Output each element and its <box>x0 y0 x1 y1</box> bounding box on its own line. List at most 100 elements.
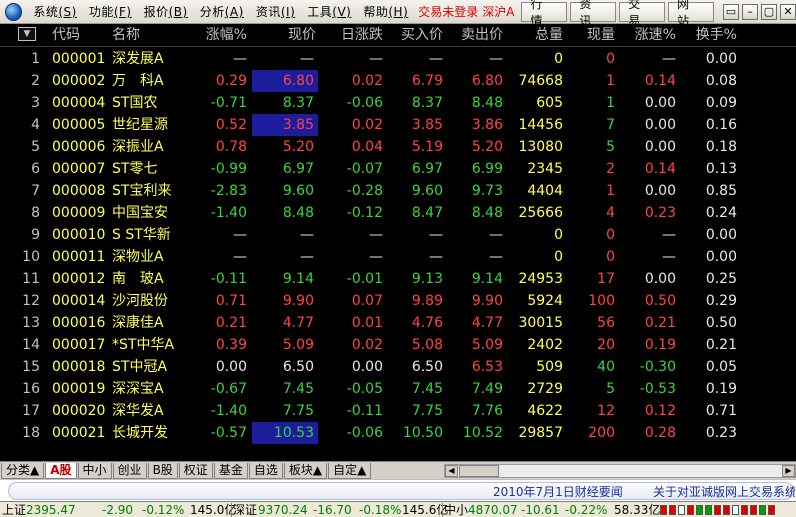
header-bid[interactable]: 买入价 <box>401 24 443 46</box>
bid-price: — <box>429 227 443 243</box>
news-item[interactable]: 关于对亚诚版网上交易系统 <box>653 483 795 501</box>
horizontal-scrollbar[interactable]: ◀ ▶ <box>444 464 796 478</box>
table-row[interactable]: 14 000017 *ST中华A 0.39 5.09 0.02 5.08 5.09 2402 20… <box>0 334 796 356</box>
market-selector[interactable]: 深沪A <box>482 3 518 20</box>
ask-price: — <box>489 249 503 265</box>
table-row[interactable]: 18 000021 长城开发 -0.57 10.53 -0.06 10.50 10.52 298… <box>0 422 796 444</box>
table-row[interactable]: 15 000018 ST中冠A 0.00 6.50 0.00 6.50 6.53 509 40 -0… <box>0 356 796 378</box>
current-volume: 0 <box>606 51 615 67</box>
stock-code: 000011 <box>52 249 106 265</box>
header-code[interactable]: 代码 <box>52 24 80 46</box>
menu-item[interactable]: 系统(S) <box>27 3 83 20</box>
bid-price: 7.45 <box>411 381 443 397</box>
restore-layout-icon[interactable]: ▭ <box>723 3 739 20</box>
nav-button[interactable]: 交易 <box>619 0 666 28</box>
header-ask[interactable]: 卖出价 <box>461 24 503 46</box>
minimize-icon[interactable]: – <box>742 3 758 20</box>
current-volume: 5 <box>606 139 615 155</box>
change-pct: 0.39 <box>215 337 247 353</box>
table-row[interactable]: 2 000002 万 科A 0.29 6.80 0.02 6.79 6.80 74668 1 0.1… <box>0 70 796 92</box>
table-row[interactable]: 10 000011 深物业A — — — — — 0 0 — 0.00 <box>0 246 796 268</box>
menu-item[interactable]: 报价(B) <box>138 3 194 20</box>
nav-button[interactable]: 行情 <box>521 0 568 28</box>
scroll-right-icon[interactable]: ▶ <box>782 465 795 477</box>
total-volume: 0 <box>554 227 563 243</box>
close-icon[interactable]: ✕ <box>780 3 796 20</box>
header-day-change[interactable]: 日涨跌 <box>341 24 383 46</box>
header-turnover[interactable]: 换手% <box>696 24 737 46</box>
header-speed[interactable]: 涨速% <box>635 24 676 46</box>
menu-item[interactable]: 分析(A) <box>194 3 250 20</box>
menu-item[interactable]: 资讯(I) <box>250 3 301 20</box>
table-row[interactable]: 16 000019 深深宝A -0.67 7.45 -0.05 7.45 7.49 2729 5 -… <box>0 378 796 400</box>
table-row[interactable]: 12 000014 沙河股份 0.71 9.90 0.07 9.89 9.90 5924 100 0… <box>0 290 796 312</box>
current-price: 8.37 <box>282 95 314 111</box>
category-tab[interactable]: 权证 <box>178 462 213 479</box>
table-row[interactable]: 5 000006 深振业A 0.78 5.20 0.04 5.19 5.20 13080 5 0.0… <box>0 136 796 158</box>
sh-index-label[interactable]: 上证 <box>2 502 26 517</box>
total-volume: 5924 <box>527 293 563 309</box>
category-tab[interactable]: 中小 <box>77 462 112 479</box>
zx-index-label[interactable]: 中小 <box>444 502 468 517</box>
table-row[interactable]: 13 000016 深康佳A 0.21 4.77 0.01 4.76 4.77 30015 56 0… <box>0 312 796 334</box>
nav-button[interactable]: 资讯 <box>570 0 617 28</box>
ask-price: 4.77 <box>471 315 503 331</box>
category-tab[interactable]: A股 <box>45 462 77 479</box>
trade-status[interactable]: 交易未登录 <box>414 3 482 20</box>
app-logo-icon[interactable] <box>5 2 23 21</box>
current-volume: 20 <box>597 337 615 353</box>
header-volume[interactable]: 总量 <box>535 24 563 46</box>
turnover-rate: 0.50 <box>705 315 737 331</box>
news-item[interactable]: 2010年7月1日财经要闻 <box>493 483 623 501</box>
scroll-left-icon[interactable]: ◀ <box>445 465 458 477</box>
row-index: 7 <box>31 183 40 199</box>
category-tab[interactable]: 分类▲ <box>1 462 45 479</box>
stock-name: 深华发A <box>112 403 164 419</box>
menu-item[interactable]: 工具(V) <box>301 3 357 20</box>
menu-item[interactable]: 功能(F) <box>83 3 138 20</box>
table-row[interactable]: 17 000020 深华发A -1.40 7.75 -0.11 7.75 7.76 4622 12… <box>0 400 796 422</box>
table-row[interactable]: 8 000009 中国宝安 -1.40 8.48 -0.12 8.47 8.48 25666 4 0… <box>0 202 796 224</box>
table-row[interactable]: 3 000004 ST国农 -0.71 8.37 -0.06 8.37 8.48 605 1 0.0… <box>0 92 796 114</box>
category-tab[interactable]: B股 <box>147 462 178 479</box>
breadth-block <box>696 505 703 515</box>
category-tab[interactable]: 自选 <box>248 462 283 479</box>
stock-code: 000002 <box>52 73 106 89</box>
maximize-icon[interactable]: ▢ <box>761 3 777 20</box>
total-volume: 14456 <box>518 117 563 133</box>
nav-button[interactable]: 网站 <box>668 0 714 28</box>
turnover-rate: 0.18 <box>705 139 737 155</box>
header-name[interactable]: 名称 <box>112 24 140 46</box>
menu-item[interactable]: 帮助(H) <box>357 3 414 20</box>
day-change: 0.01 <box>351 315 383 331</box>
current-price: 9.60 <box>282 183 314 199</box>
stock-code: 000004 <box>52 95 106 111</box>
total-volume: 0 <box>554 249 563 265</box>
sz-index-label[interactable]: 深证 <box>233 502 257 517</box>
header-price[interactable]: 现价 <box>288 24 316 46</box>
table-row[interactable]: 11 000012 南 玻A -0.11 9.14 -0.01 9.13 9.14 24953 1… <box>0 268 796 290</box>
stock-name: 深物业A <box>112 249 164 265</box>
turnover-rate: 0.00 <box>705 227 737 243</box>
table-row[interactable]: 9 000010 S ST华新 — — — — — 0 0 — 0.00 <box>0 224 796 246</box>
bid-price: 10.50 <box>402 425 443 441</box>
sort-toggle-button[interactable]: ▼ <box>18 27 36 41</box>
day-change: -0.11 <box>346 403 383 419</box>
change-speed: 0.21 <box>644 315 676 331</box>
change-pct: -0.99 <box>210 161 247 177</box>
category-tab[interactable]: 板块▲ <box>283 462 328 479</box>
table-row[interactable]: 4 000005 世纪星源 0.52 3.85 0.02 3.85 3.86 14456 7 0.0… <box>0 114 796 136</box>
table-row[interactable]: 1 000001 深发展A — — — — — 0 0 — 0.00 <box>0 48 796 70</box>
category-tab[interactable]: 自定▲ <box>328 462 372 479</box>
current-volume: 40 <box>597 359 615 375</box>
category-tab[interactable]: 基金 <box>213 462 248 479</box>
current-volume: 2 <box>606 161 615 177</box>
table-row[interactable]: 6 000007 ST零七 -0.99 6.97 -0.07 6.97 6.99 2345 2 0.… <box>0 158 796 180</box>
scroll-thumb[interactable] <box>459 465 499 477</box>
header-change-pct[interactable]: 涨幅% <box>206 24 247 46</box>
header-current-volume[interactable]: 现量 <box>587 24 615 46</box>
breadth-block <box>750 505 757 515</box>
table-row[interactable]: 7 000008 ST宝利来 -2.83 9.60 -0.28 9.60 9.73 4404 1 0… <box>0 180 796 202</box>
breadth-block <box>723 505 730 515</box>
category-tab[interactable]: 创业 <box>112 462 147 479</box>
